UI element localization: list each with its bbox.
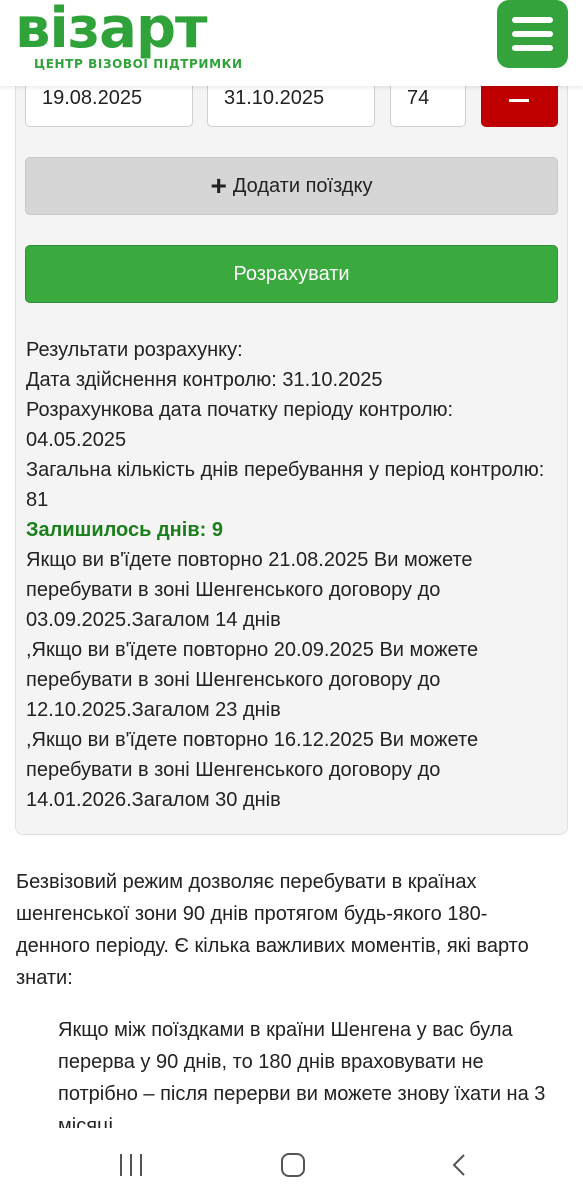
results-block: Результати розрахунку: Дата здійснення к…: [26, 335, 546, 815]
remaining-days: Залишилось днів: 9: [26, 519, 223, 541]
plus-icon: +: [210, 170, 227, 201]
logo-subtitle: ЦЕНТР ВІЗОВОЇ ПІДТРИМКИ: [34, 57, 243, 71]
reentry-option: ,Якщо ви в'їдете повторно 16.12.2025 Ви …: [26, 729, 479, 811]
add-trip-button[interactable]: + Додати поїздку: [25, 157, 558, 215]
total-days: Загальна кількість днів перебування у пе…: [26, 459, 545, 511]
add-trip-label: Додати поїздку: [232, 174, 373, 197]
back-icon[interactable]: [452, 1154, 466, 1176]
article-intro: Безвізовий режим дозволяє перебувати в к…: [16, 871, 529, 989]
list-item-text: Якщо між поїздками в країни Шенгена у ва…: [58, 1019, 546, 1128]
home-icon[interactable]: [281, 1153, 305, 1177]
control-date: Дата здійснення контролю: 31.10.2025: [26, 369, 383, 391]
logo[interactable]: візарт: [15, 0, 208, 58]
hamburger-menu-icon[interactable]: [497, 0, 568, 68]
system-navbar: [0, 1128, 583, 1200]
results-heading: Результати розрахунку:: [26, 339, 243, 361]
list-item: Якщо між поїздками в країни Шенгена у ва…: [58, 1014, 558, 1128]
minus-icon: [509, 99, 529, 102]
calculate-button[interactable]: Розрахувати: [25, 245, 558, 303]
reentry-option: ,Якщо ви в'їдете повторно 20.09.2025 Ви …: [26, 639, 479, 721]
period-start-date: Розрахункова дата початку періоду контро…: [26, 399, 454, 451]
reentry-option: Якщо ви в'їдете повторно 21.08.2025 Ви м…: [26, 549, 473, 631]
recent-apps-icon[interactable]: [118, 1154, 144, 1176]
site-header: візарт ЦЕНТР ВІЗОВОЇ ПІДТРИМКИ: [0, 0, 583, 86]
